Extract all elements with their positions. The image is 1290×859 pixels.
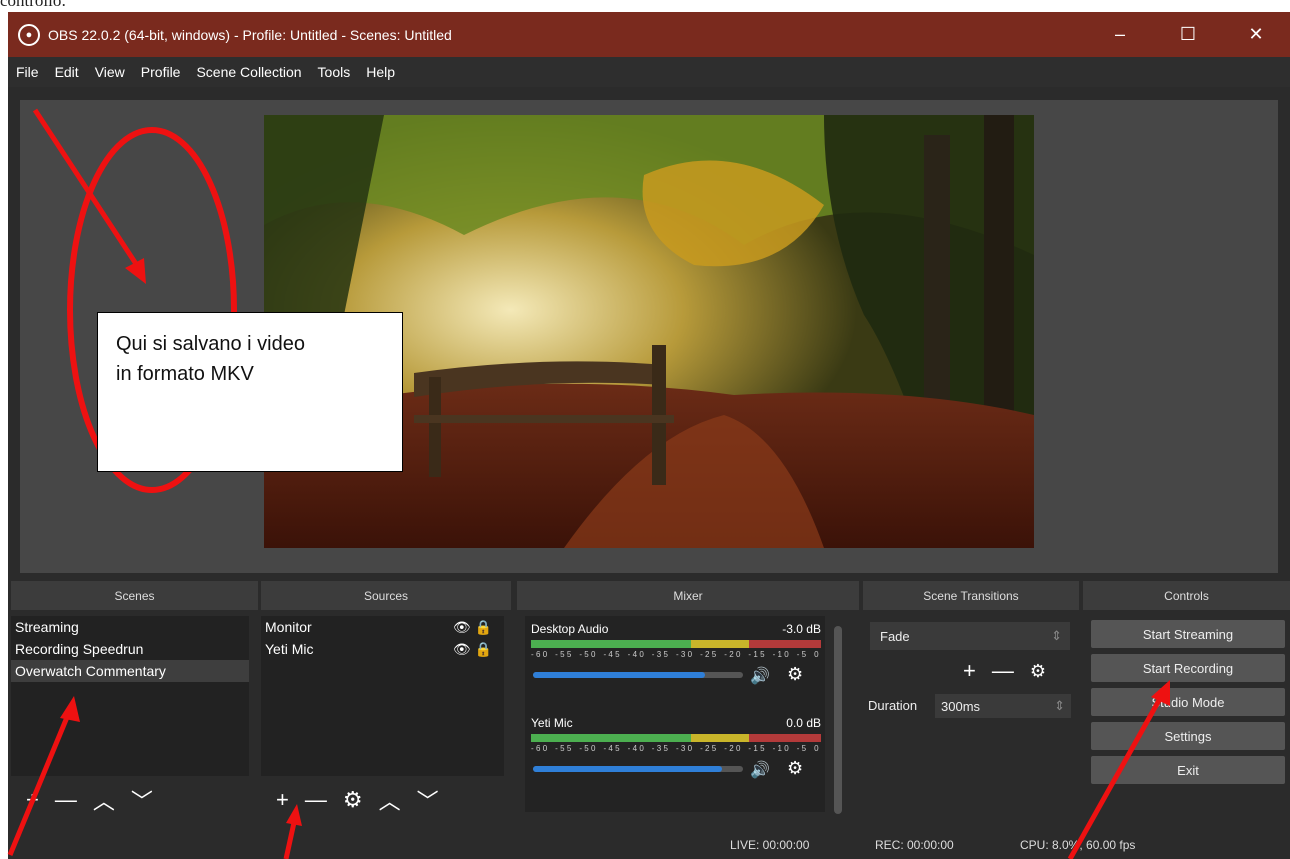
arrowhead: [60, 696, 80, 722]
annotation-line: in formato MKV: [116, 363, 254, 385]
annotation-line: Qui si salvano i video: [116, 333, 305, 355]
arrow-to-preview: [32, 108, 143, 272]
arrowhead: [286, 804, 302, 826]
arrow-to-start-recording: [1067, 693, 1165, 859]
arrow-to-scenes: [7, 709, 73, 856]
annotation-callout: Qui si salvano i video in formato MKV: [97, 312, 403, 472]
